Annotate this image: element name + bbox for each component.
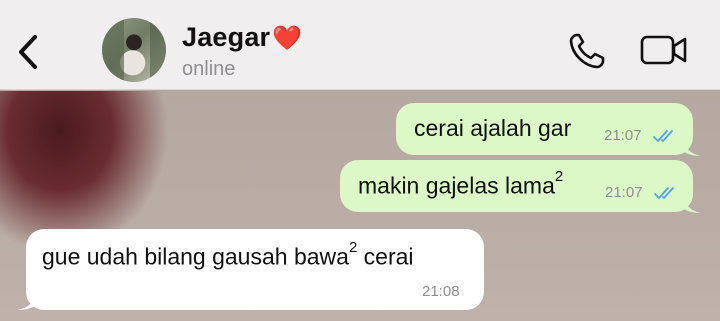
phone-icon xyxy=(569,33,605,69)
message-time: 21:07 xyxy=(604,127,642,144)
contact-status: online xyxy=(182,58,236,80)
heart-emoji: ❤️ xyxy=(272,25,303,52)
contact-name[interactable]: Jaegar❤️ xyxy=(182,22,302,53)
message-text-tail: cerai xyxy=(357,243,414,270)
voice-call-button[interactable] xyxy=(568,32,608,70)
message-bubble-outgoing[interactable]: makin gajelas lama2 21:07 xyxy=(340,160,693,212)
message-text: cerai ajalah gar xyxy=(414,115,572,141)
message-bubble-outgoing[interactable]: cerai ajalah gar 21:07 xyxy=(396,103,693,155)
back-button[interactable] xyxy=(14,32,42,72)
message-superscript: 2 xyxy=(348,239,358,256)
contact-name-text: Jaegar xyxy=(182,22,271,52)
chat-header: Jaegar❤️ online xyxy=(0,0,720,90)
chat-area[interactable]: cerai ajalah gar 21:07 makin gajelas lam… xyxy=(0,91,720,321)
message-text: gue udah bilang gausah bawa2 cerai xyxy=(42,239,414,271)
video-call-button[interactable] xyxy=(640,32,688,68)
message-superscript: 2 xyxy=(554,168,564,185)
message-text-main: makin gajelas lama xyxy=(358,172,555,199)
message-text: makin gajelas lama2 xyxy=(358,168,563,200)
message-time: 21:07 xyxy=(605,184,643,201)
contact-avatar[interactable] xyxy=(102,18,166,82)
message-bubble-incoming[interactable]: gue udah bilang gausah bawa2 cerai 21:08 xyxy=(26,229,484,310)
double-check-icon xyxy=(653,130,673,142)
chevron-left-icon xyxy=(19,35,37,69)
message-text-main: gue udah bilang gausah bawa xyxy=(42,243,349,270)
double-check-icon xyxy=(654,187,674,199)
message-time: 21:08 xyxy=(422,283,460,300)
video-camera-icon xyxy=(640,35,687,65)
